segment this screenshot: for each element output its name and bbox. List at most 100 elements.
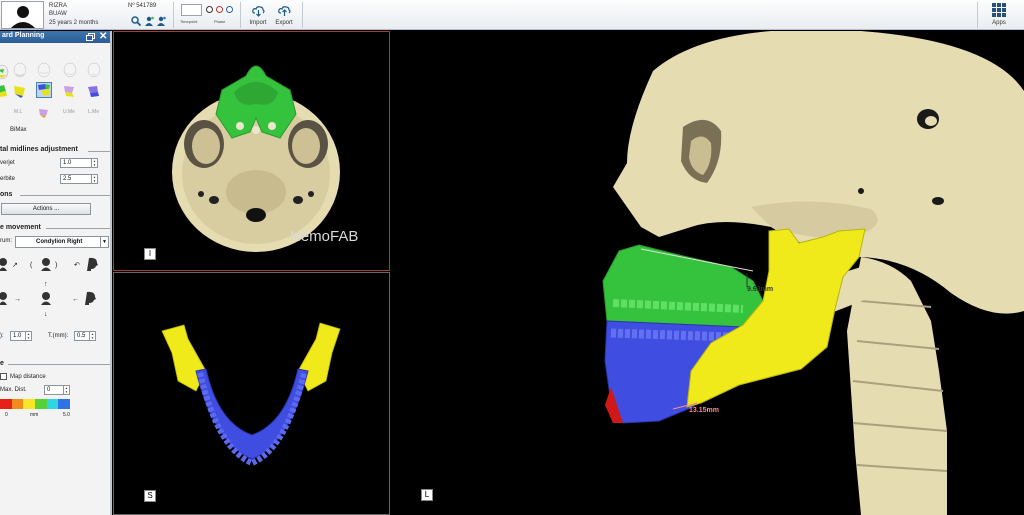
segment-chin-icon[interactable] bbox=[86, 62, 102, 78]
max-dist-stepper[interactable]: 0 ▲ ▼ bbox=[44, 385, 70, 395]
pivot-select[interactable]: Condylion Right ▼ bbox=[15, 236, 109, 248]
section-divider bbox=[46, 228, 110, 229]
export-button[interactable]: Export bbox=[272, 3, 296, 28]
segment-skull-icon[interactable] bbox=[12, 62, 28, 78]
seg-label-lme: L.Me bbox=[88, 109, 100, 115]
user-switch-icon[interactable] bbox=[156, 16, 166, 26]
segment-ml-icon[interactable] bbox=[12, 83, 28, 99]
segment-green-icon[interactable] bbox=[0, 83, 10, 99]
overjet-stepper[interactable]: 1.0 ▲ ▼ bbox=[60, 158, 98, 168]
section-divider bbox=[88, 151, 110, 152]
close-icon[interactable]: ✕ bbox=[99, 31, 107, 43]
scale-swatch bbox=[46, 399, 59, 409]
midlines-section-title: tal midlines adjustment bbox=[0, 146, 78, 153]
pivot-value: Condylion Right bbox=[36, 239, 83, 245]
rotate-ccw-icon[interactable]: ( bbox=[30, 262, 32, 269]
mandible-superior-render bbox=[161, 322, 341, 467]
inferior-view[interactable]: NemoFAB I bbox=[113, 31, 390, 271]
segment-selected-icon[interactable] bbox=[36, 82, 52, 98]
cloud-upload-icon bbox=[278, 6, 291, 16]
overjet-value: 1.0 bbox=[63, 160, 72, 166]
panel-header: ard Planning ✕ bbox=[0, 31, 110, 43]
restore-icon[interactable] bbox=[86, 33, 95, 41]
patient-surname: BUAW bbox=[49, 11, 67, 17]
arrow-curve-icon[interactable]: ↶ bbox=[74, 262, 80, 269]
arrow-up-icon[interactable]: ↑ bbox=[44, 281, 48, 288]
seg-label-ume: U.Me bbox=[63, 109, 75, 115]
head-vertical-icon[interactable] bbox=[40, 291, 52, 305]
patient-number: Nº 541789 bbox=[128, 3, 157, 9]
scale-swatch bbox=[58, 399, 71, 409]
rotate-cw-icon[interactable]: ) bbox=[55, 262, 57, 269]
scale-unit-label: mm bbox=[30, 412, 39, 418]
phase-dot-2[interactable] bbox=[216, 6, 223, 13]
scale-swatch bbox=[35, 399, 47, 409]
segment-upper-icon[interactable] bbox=[36, 62, 52, 78]
head-profile-icon[interactable] bbox=[86, 257, 98, 271]
translation-step-stepper[interactable]: 0.5 ▲ ▼ bbox=[74, 331, 96, 341]
segment-maxilla-icon[interactable] bbox=[0, 64, 10, 80]
stepper-arrows-icon[interactable]: ▲ ▼ bbox=[91, 159, 97, 167]
toolbar-separator bbox=[240, 2, 241, 28]
arrow-down-icon[interactable]: ↓ bbox=[44, 311, 48, 318]
scale-swatch bbox=[0, 399, 12, 409]
scale-max-label: 5.0 bbox=[63, 412, 70, 418]
stepper-arrows-icon[interactable]: ▲ ▼ bbox=[25, 332, 31, 340]
measurement-overjet: 9.63mm bbox=[747, 286, 774, 293]
apps-grid-icon bbox=[992, 3, 1006, 17]
bimax-label[interactable]: BiMax bbox=[10, 127, 27, 133]
toolbar-separator bbox=[977, 2, 978, 28]
rotation-step-label: ): bbox=[0, 333, 4, 339]
import-label: Import bbox=[249, 20, 267, 26]
search-icon[interactable] bbox=[131, 16, 141, 26]
movement-section-title: e movement bbox=[0, 224, 41, 231]
stepper-arrows-icon[interactable]: ▲ ▼ bbox=[89, 332, 95, 340]
scale-swatch bbox=[23, 399, 36, 409]
lateral-view[interactable]: 9.63mm 13.15mm L bbox=[391, 31, 1024, 515]
app-window: RIZRA BUAW 25 years 2 months Nº 541789 T… bbox=[0, 0, 1024, 515]
user-add-icon[interactable] bbox=[144, 16, 154, 26]
head-profile-translate-icon[interactable] bbox=[84, 291, 96, 305]
import-button[interactable]: Import bbox=[246, 3, 270, 28]
brand-watermark: NemoFAB bbox=[290, 228, 359, 245]
arrow-right-icon[interactable]: → bbox=[14, 296, 21, 303]
apps-button[interactable]: Apps bbox=[985, 2, 1013, 28]
segment-ume-icon[interactable] bbox=[62, 83, 78, 99]
rotation-step-value: 1.0 bbox=[13, 333, 22, 339]
max-dist-value: 0 bbox=[47, 387, 51, 393]
skull-lateral-render bbox=[602, 31, 1024, 515]
pivot-label: rum: bbox=[0, 238, 12, 244]
distance-color-scale bbox=[0, 399, 71, 409]
rotation-step-stepper[interactable]: 1.0 ▲ ▼ bbox=[10, 331, 32, 341]
head-front-icon[interactable] bbox=[40, 257, 52, 271]
phase-dot-3[interactable] bbox=[226, 6, 233, 13]
arrow-right-icon[interactable]: ↗ bbox=[12, 262, 18, 269]
view-label-superior[interactable]: S bbox=[144, 490, 156, 502]
superior-view[interactable]: S bbox=[113, 272, 390, 515]
max-dist-label: Max. Dist. bbox=[0, 387, 27, 393]
segment-lme-icon[interactable] bbox=[86, 83, 102, 99]
seg-label-ml: M.L bbox=[14, 109, 23, 115]
avatar[interactable] bbox=[1, 1, 44, 29]
toolbar-separator bbox=[173, 2, 174, 28]
head-rotate-left-icon[interactable] bbox=[0, 257, 10, 271]
section-divider bbox=[20, 195, 110, 196]
timepoint-selector[interactable] bbox=[181, 4, 202, 16]
chevron-down-icon[interactable]: ▼ bbox=[100, 237, 108, 247]
planning-panel: ard Planning ✕ M.L U.Me L.Me BiMax tal m… bbox=[0, 31, 112, 515]
head-translate-left-icon[interactable] bbox=[0, 291, 10, 305]
view-label-inferior[interactable]: I bbox=[144, 248, 156, 260]
phase-label: Phase bbox=[214, 19, 226, 24]
overbite-stepper[interactable]: 2.5 ▲ ▼ bbox=[60, 174, 98, 184]
view-label-lateral[interactable]: L bbox=[421, 489, 433, 501]
top-toolbar: RIZRA BUAW 25 years 2 months Nº 541789 T… bbox=[0, 0, 1024, 30]
actions-button[interactable]: Actions ... bbox=[1, 203, 91, 215]
segment-lower-icon[interactable] bbox=[62, 62, 78, 78]
section-divider bbox=[8, 364, 110, 365]
map-distance-checkbox[interactable] bbox=[0, 373, 7, 380]
arrow-left-icon[interactable]: ← bbox=[72, 296, 79, 303]
stepper-arrows-icon[interactable]: ▲ ▼ bbox=[91, 175, 97, 183]
phase-dot-1[interactable] bbox=[206, 6, 213, 13]
segment-extra-icon[interactable] bbox=[36, 104, 52, 120]
stepper-arrows-icon[interactable]: ▲ ▼ bbox=[63, 386, 69, 394]
